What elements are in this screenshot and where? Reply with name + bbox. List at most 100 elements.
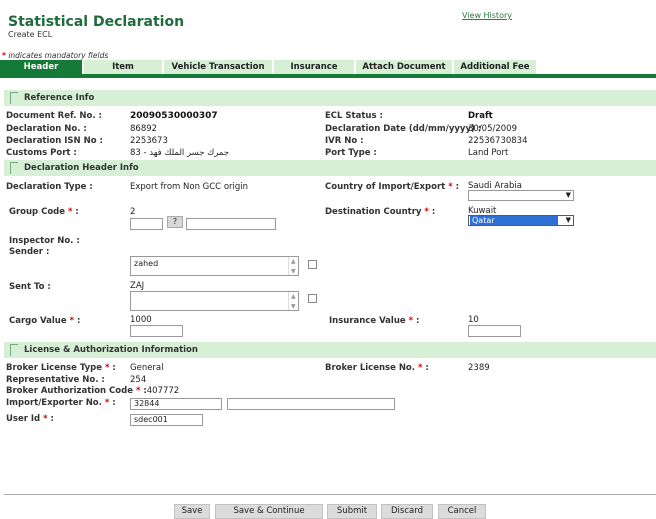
rep-label: Representative No. : <box>6 375 105 385</box>
mandatory-note: * indicates mandatory fields <box>2 51 108 60</box>
scroll-down-icon: ▼ <box>291 303 296 310</box>
auth-code-label: Broker Authorization Code * :407772 <box>6 386 180 396</box>
page-title: Statistical Declaration <box>8 14 185 30</box>
insurance-value-input[interactable] <box>468 325 521 337</box>
tab-header[interactable]: Header <box>0 60 82 74</box>
importer-label-text: Import/Exporter No. <box>6 398 102 408</box>
dest-country-label-text: Destination Country <box>325 207 422 217</box>
scroll-down-icon: ▼ <box>291 268 296 275</box>
required-marker: * <box>2 51 6 60</box>
tab-underline <box>0 74 656 78</box>
broker-type-label-text: Broker License Type <box>6 363 102 373</box>
cargo-value-label: Cargo Value * : <box>9 316 81 326</box>
port-type-label: Port Type : <box>325 148 377 158</box>
save-button[interactable]: Save <box>174 504 210 519</box>
inspector-label: Inspector No. : <box>9 236 80 246</box>
sent-to-label: Sent To : <box>9 282 51 292</box>
group-code-value: 2 <box>130 207 136 217</box>
user-id-input[interactable]: sdec001 <box>130 414 203 426</box>
country-label: Country of Import/Export * : <box>325 182 459 192</box>
section-reference-info: Reference Info <box>4 90 656 106</box>
discard-button[interactable]: Discard <box>381 504 433 519</box>
section-title: License & Authorization Information <box>24 345 198 355</box>
scroll-up-icon: ▲ <box>291 258 296 265</box>
view-history-link[interactable]: View History <box>462 11 512 20</box>
required-marker: * <box>43 414 48 424</box>
required-marker: * <box>424 207 429 217</box>
dest-country-selected: Qatar <box>470 216 558 225</box>
tab-vehicle-transaction[interactable]: Vehicle Transaction <box>164 60 272 74</box>
section-title: Declaration Header Info <box>24 163 139 173</box>
insurance-value-label-text: Insurance Value <box>329 316 406 326</box>
sent-to-textarea[interactable]: ▲ ▼ <box>130 291 299 311</box>
group-code-label-text: Group Code <box>9 207 66 217</box>
section-flag-icon <box>10 344 18 356</box>
sender-value: zahed <box>134 259 159 268</box>
importer-input[interactable]: 32844 <box>130 398 222 410</box>
auth-code-value: 407772 <box>146 386 180 396</box>
submit-button[interactable]: Submit <box>327 504 377 519</box>
cargo-value-input[interactable] <box>130 325 183 337</box>
user-id-label: User Id * : <box>6 414 54 424</box>
ecl-status-label: ECL Status : <box>325 111 383 121</box>
dest-country-select[interactable]: Qatar ▼ <box>468 215 574 226</box>
sender-textarea[interactable]: zahed ▲ ▼ <box>130 256 299 276</box>
section-title: Reference Info <box>24 93 95 103</box>
broker-license-label: Broker License No. * : <box>325 363 429 373</box>
group-code-label: Group Code * : <box>9 207 79 217</box>
sent-to-checkbox[interactable] <box>308 294 317 303</box>
required-marker: * <box>417 363 423 373</box>
cancel-button[interactable]: Cancel <box>438 504 486 519</box>
decl-no-value: 86892 <box>130 124 158 134</box>
ecl-status-value: Draft <box>468 111 493 121</box>
mandatory-note-text: indicates mandatory fields <box>8 51 109 60</box>
insurance-value: 10 <box>468 315 479 325</box>
save-continue-button[interactable]: Save & Continue <box>215 504 323 519</box>
scroll-up-icon: ▲ <box>291 293 296 300</box>
broker-license-value: 2389 <box>468 363 490 373</box>
tab-attach-document[interactable]: Attach Document <box>356 60 452 74</box>
group-code-lookup-button[interactable]: ? <box>167 216 183 228</box>
group-code-input[interactable] <box>130 218 163 230</box>
decl-type-label: Declaration Type : <box>6 182 93 192</box>
chevron-down-icon: ▼ <box>565 216 571 224</box>
scrollbar[interactable]: ▲ ▼ <box>288 257 298 275</box>
dest-country-label: Destination Country * : <box>325 207 436 217</box>
importer-label: Import/Exporter No. * : <box>6 398 116 408</box>
decl-date-label: Declaration Date (dd/mm/yyyy) : <box>325 124 482 134</box>
footer-divider <box>4 494 656 495</box>
section-license-info: License & Authorization Information <box>4 342 656 358</box>
country-select[interactable]: ▼ <box>468 190 574 201</box>
insurance-value-label: Insurance Value * : <box>329 316 420 326</box>
user-id-label-text: User Id <box>6 414 41 424</box>
broker-type-label: Broker License Type * : <box>6 363 116 373</box>
ivr-value: 22536730834 <box>468 136 528 146</box>
tab-additional-fee[interactable]: Additional Fee <box>454 60 536 74</box>
required-marker: * <box>104 398 110 408</box>
tab-insurance[interactable]: Insurance <box>274 60 354 74</box>
sent-to-value: ZAJ <box>130 281 145 291</box>
doc-ref-value: 20090530000307 <box>130 111 218 121</box>
tab-item[interactable]: Item <box>84 60 162 74</box>
group-code-desc-input[interactable] <box>186 218 276 230</box>
tab-bar: Header Item Vehicle Transaction Insuranc… <box>0 60 656 74</box>
rep-value: 254 <box>130 375 147 385</box>
broker-type-value: General <box>130 363 164 373</box>
isn-value: 2253673 <box>130 136 168 146</box>
customs-port-value: 83 - جمرك جسر الملك فهد <box>130 148 230 158</box>
decl-date-value: 30/05/2009 <box>468 124 517 134</box>
doc-ref-label: Document Ref. No. : <box>6 111 102 121</box>
decl-no-label: Declaration No. : <box>6 124 87 134</box>
required-marker: * <box>104 363 110 373</box>
importer-name-input[interactable] <box>227 398 395 410</box>
section-declaration-header: Declaration Header Info <box>4 160 656 176</box>
required-marker: * <box>448 182 453 192</box>
auth-code-label-text: Broker Authorization Code <box>6 386 133 396</box>
scrollbar[interactable]: ▲ ▼ <box>288 292 298 310</box>
required-marker: * <box>408 316 414 326</box>
port-type-value: Land Port <box>468 148 509 158</box>
cargo-value-label-text: Cargo Value <box>9 316 67 326</box>
country-label-text: Country of Import/Export <box>325 182 446 192</box>
cargo-value: 1000 <box>130 315 152 325</box>
sender-checkbox[interactable] <box>308 260 317 269</box>
